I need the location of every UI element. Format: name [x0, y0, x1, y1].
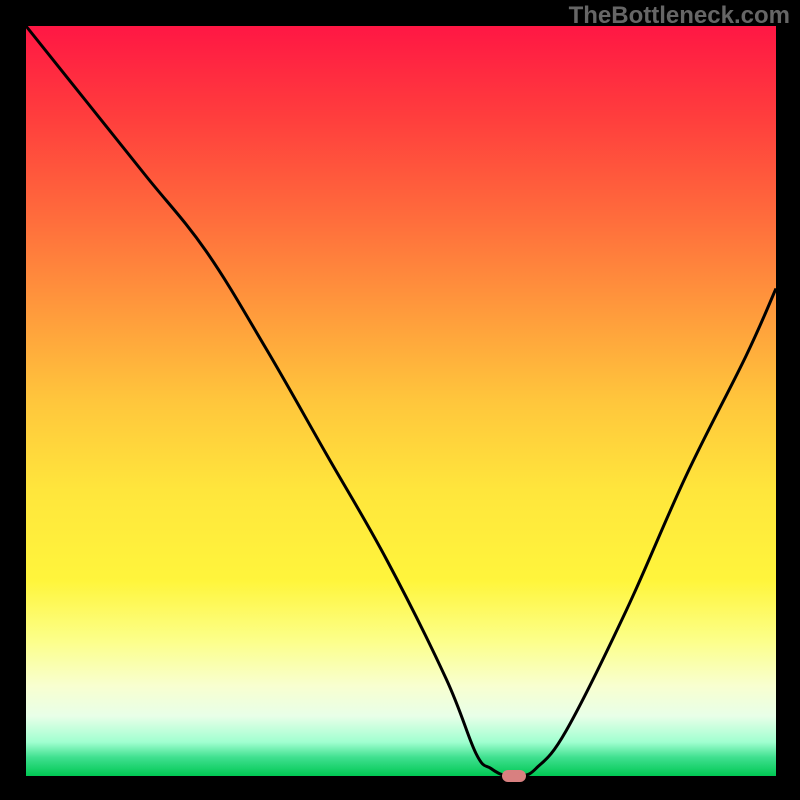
plot-area [26, 26, 776, 776]
bottleneck-chart: TheBottleneck.com [0, 0, 800, 800]
gradient-background [26, 26, 776, 776]
optimal-point-marker [502, 770, 526, 782]
watermark-text: TheBottleneck.com [569, 2, 790, 30]
chart-svg [26, 26, 776, 776]
